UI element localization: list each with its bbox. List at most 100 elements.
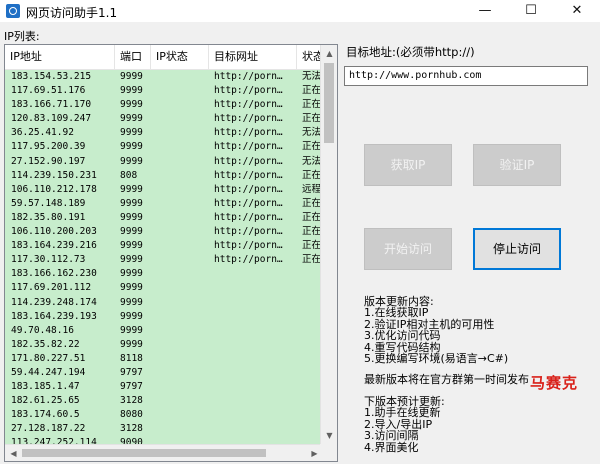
table-cell: 9999	[120, 85, 143, 97]
table-row[interactable]: 114.239.150.231808http://porn…正在…	[5, 169, 323, 183]
table-cell: 183.166.162.230	[11, 268, 97, 280]
table-row[interactable]: 117.69.51.1769999http://porn…正在…	[5, 84, 323, 98]
scroll-left-icon[interactable]: ◀	[5, 445, 22, 461]
ip-list-view[interactable]: IP地址 端口 IP状态 目标网址 状态 183.154.53.215 9999 h…	[4, 44, 338, 462]
verify-ip-button[interactable]: 验证IP	[473, 144, 561, 186]
table-row[interactable]: 183.154.53.2159999http://porn…无法…	[5, 70, 323, 84]
get-ip-button[interactable]: 获取IP	[364, 144, 452, 186]
table-cell: 182.35.82.22	[11, 338, 80, 350]
vertical-scrollbar[interactable]: ▲ ▼	[320, 45, 337, 444]
table-row[interactable]: 49.70.48.16 9999	[5, 324, 323, 338]
table-cell: 9999	[120, 183, 143, 195]
table-cell: 9999	[120, 268, 143, 280]
table-cell: 808	[120, 169, 138, 181]
update-content-item: 5.更换编写环境(易语言→C#)	[364, 352, 509, 365]
table-row[interactable]: 113.247.252.114 9090	[5, 436, 323, 444]
table-cell: 9797	[120, 366, 143, 378]
table-cell: 27.152.90.197	[11, 155, 86, 167]
table-cell: 117.69.201.112	[11, 282, 92, 294]
close-button[interactable]: ✕	[554, 0, 600, 22]
table-row[interactable]: 183.174.60.5 8080	[5, 408, 323, 422]
table-cell: http://porn…	[214, 155, 283, 167]
table-cell: 183.154.53.215	[11, 71, 92, 82]
table-row[interactable]: 114.239.248.174 9999	[5, 296, 323, 310]
window-title: 网页访问助手1.1	[26, 6, 118, 20]
table-cell: 9797	[120, 381, 143, 393]
target-address-label: 目标地址:(必须带http://)	[346, 45, 475, 59]
table-row[interactable]: 182.35.80.1919999http://porn…正在…	[5, 211, 323, 225]
target-url-input[interactable]: http://www.pornhub.com	[344, 66, 588, 86]
scroll-up-icon[interactable]: ▲	[321, 45, 337, 62]
horizontal-scroll-thumb[interactable]	[22, 449, 266, 457]
list-header: IP地址 端口 IP状态 目标网址 状态	[5, 45, 324, 70]
table-row[interactable]: 182.61.25.65 3128	[5, 394, 323, 408]
table-cell: http://porn…	[214, 211, 283, 223]
table-cell: 9999	[120, 240, 143, 252]
table-row[interactable]: 183.164.239.2169999http://porn…正在…	[5, 239, 323, 253]
start-visit-button[interactable]: 开始访问	[364, 228, 452, 270]
table-cell: 9999	[120, 71, 143, 82]
table-row[interactable]: 171.80.227.51 8118	[5, 352, 323, 366]
table-row[interactable]: 27.128.187.22 3128	[5, 422, 323, 436]
table-cell: 9999	[120, 226, 143, 238]
maximize-button[interactable]: ☐	[508, 0, 554, 22]
watermark-text: 马赛克	[530, 374, 579, 392]
table-cell: 9999	[120, 282, 143, 294]
column-header-ip[interactable]: IP地址	[5, 45, 115, 69]
table-cell: 120.83.109.247	[11, 113, 92, 125]
table-cell: 3128	[120, 423, 143, 435]
table-row[interactable]: 27.152.90.1979999http://porn…无法…	[5, 155, 323, 169]
table-row[interactable]: 106.110.200.2039999http://porn…正在…	[5, 225, 323, 239]
table-row[interactable]: 106.110.212.1789999http://porn…远程…	[5, 183, 323, 197]
ip-list-label: IP列表:	[4, 30, 40, 43]
table-row[interactable]: 117.30.112.739999http://porn…正在…	[5, 253, 323, 267]
table-row[interactable]: 117.95.200.399999http://porn…正在…	[5, 140, 323, 154]
table-cell: 117.95.200.39	[11, 141, 86, 153]
column-header-port[interactable]: 端口	[115, 45, 151, 69]
table-cell: 106.110.200.203	[11, 226, 97, 238]
table-cell: 182.61.25.65	[11, 395, 80, 407]
table-cell: 9999	[120, 99, 143, 111]
table-row[interactable]: 59.57.148.1899999http://porn…正在…	[5, 197, 323, 211]
table-cell: 9999	[120, 254, 143, 266]
table-cell: 183.164.239.216	[11, 240, 97, 252]
table-row[interactable]: 183.166.162.230 9999	[5, 267, 323, 281]
minimize-button[interactable]: —	[462, 0, 508, 22]
table-cell: 171.80.227.51	[11, 352, 86, 364]
table-cell: http://porn…	[214, 240, 283, 252]
table-row[interactable]: 59.44.247.194 9797	[5, 366, 323, 380]
next-version-item: 4.界面美化	[364, 440, 419, 454]
table-row[interactable]: 183.164.239.193 9999	[5, 310, 323, 324]
table-cell: http://porn…	[214, 254, 283, 266]
table-cell: 9999	[120, 113, 143, 125]
table-row[interactable]: 36.25.41.929999http://porn…无法…	[5, 126, 323, 140]
table-cell: 106.110.212.178	[11, 183, 97, 195]
table-cell: 114.239.150.231	[11, 169, 97, 181]
table-cell: 113.247.252.114	[11, 437, 97, 444]
horizontal-scrollbar[interactable]: ◀ ▶	[5, 444, 323, 461]
table-cell: http://porn…	[214, 183, 283, 195]
column-header-target-url[interactable]: 目标网址	[209, 45, 297, 69]
list-body: 183.154.53.2159999http://porn…无法…117.69.…	[5, 70, 323, 444]
table-row[interactable]: 183.185.1.47 9797	[5, 380, 323, 394]
title-bar: 网页访问助手1.1 — ☐ ✕	[0, 0, 600, 22]
table-cell: 9999	[120, 296, 143, 308]
table-cell: http://porn…	[214, 71, 283, 82]
table-cell: 9999	[120, 338, 143, 350]
table-cell: 36.25.41.92	[11, 127, 74, 139]
table-row[interactable]: 183.166.71.1709999http://porn…正在…	[5, 98, 323, 112]
table-cell: 59.44.247.194	[11, 366, 86, 378]
table-cell: 183.164.239.193	[11, 310, 97, 322]
table-cell: 183.185.1.47	[11, 381, 80, 393]
vertical-scroll-thumb[interactable]	[324, 63, 334, 143]
table-row[interactable]: 182.35.82.22 9999	[5, 338, 323, 352]
stop-visit-button[interactable]: 停止访问	[473, 228, 561, 270]
table-cell: 9999	[120, 155, 143, 167]
table-cell: 183.166.71.170	[11, 99, 92, 111]
latest-release-notice: 最新版本将在官方群第一时间发布	[364, 373, 529, 386]
table-row[interactable]: 117.69.201.112 9999	[5, 281, 323, 295]
scroll-down-icon[interactable]: ▼	[321, 427, 337, 444]
table-row[interactable]: 120.83.109.2479999http://porn…正在…	[5, 112, 323, 126]
table-cell: 9999	[120, 197, 143, 209]
column-header-ip-status[interactable]: IP状态	[151, 45, 209, 69]
